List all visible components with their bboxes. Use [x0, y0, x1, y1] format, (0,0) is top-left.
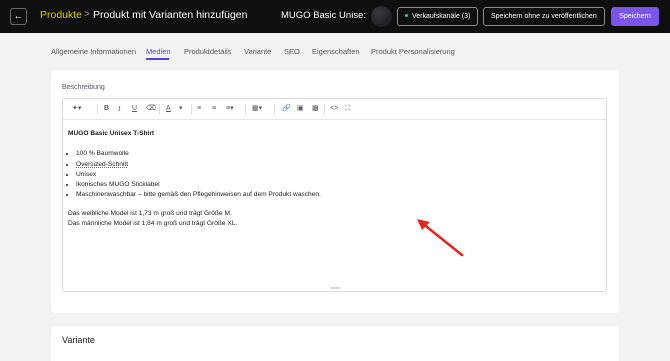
breadcrumb-separator: >	[84, 9, 90, 20]
editor-content[interactable]: MUGO Basic Unisex T-Shirt 100 % Baumwoll…	[68, 129, 598, 229]
toolbar-divider	[274, 104, 275, 115]
paragraph-male-model: Das männliche Model ist 1,84 m groß und …	[68, 220, 238, 228]
description-label: Beschreibung	[62, 84, 105, 91]
toolbar-divider	[159, 104, 160, 115]
variant-section-title: Variante	[62, 335, 95, 345]
description-title: MUGO Basic Unisex T-Shirt	[68, 130, 155, 137]
variant-card	[51, 326, 619, 361]
table-icon[interactable]: ▦▾	[252, 104, 262, 114]
list-item: Unisex	[76, 170, 598, 180]
fullscreen-icon[interactable]: ⛶	[345, 104, 350, 114]
code-icon[interactable]: <>	[330, 104, 338, 114]
eraser-icon[interactable]: ⌫	[146, 104, 156, 114]
magic-wand-icon[interactable]: ✦▾	[72, 104, 81, 114]
status-dot-icon	[405, 13, 408, 17]
back-button[interactable]: ←	[10, 8, 27, 25]
toolbar-divider	[324, 104, 325, 115]
bullet-list-icon[interactable]: ≡	[197, 104, 201, 114]
save-without-publish-button[interactable]: Speichern ohne zu veröffentlichen	[483, 7, 605, 26]
toolbar-divider	[245, 104, 246, 115]
product-thumbnail	[371, 6, 392, 27]
active-tab-indicator	[146, 58, 169, 60]
toolbar-divider	[97, 104, 98, 115]
video-icon[interactable]: ▩	[312, 104, 319, 114]
image-icon[interactable]: ▣	[297, 104, 304, 114]
tab-general[interactable]: Allgemeine Informationen	[51, 47, 136, 56]
tab-personalization[interactable]: Produkt Personalisierung	[371, 47, 455, 56]
arrow-left-icon: ←	[13, 11, 24, 22]
page-title: Produkt mit Varianten hinzufügen	[93, 9, 248, 21]
list-item: 100 % Baumwolle	[76, 149, 598, 159]
underline-icon[interactable]: U	[132, 104, 137, 114]
breadcrumb-products[interactable]: Produkte	[40, 9, 82, 21]
italic-icon[interactable]: I	[118, 104, 120, 114]
paragraph-female-model: Das weibliche Model ist 1,73 m groß und …	[68, 209, 232, 217]
numbered-list-icon[interactable]: ≡	[212, 104, 216, 114]
chevron-down-icon[interactable]: ▾	[179, 104, 183, 114]
tab-seo[interactable]: SEO	[284, 47, 300, 56]
link-icon[interactable]: 🔗	[282, 104, 291, 114]
save-button[interactable]: Speichern	[611, 7, 659, 26]
tab-product-details[interactable]: Produktdetails	[184, 47, 232, 56]
tab-variant[interactable]: Variante	[244, 47, 271, 56]
product-name-label: MUGO Basic Unise:	[281, 10, 366, 21]
annotation-arrow-icon	[417, 219, 464, 257]
tab-media[interactable]: Medien	[146, 47, 171, 56]
tab-properties[interactable]: Eigenschaften	[312, 47, 360, 56]
list-item: Ikonisches MUGO Sticklabel	[76, 180, 598, 190]
text-color-icon[interactable]: A	[166, 104, 171, 114]
list-item: Oversized-Schnitt	[76, 160, 598, 170]
sales-channels-button[interactable]: Verkaufskanäle (3)	[397, 7, 478, 26]
feature-list: 100 % Baumwolle Oversized-Schnitt Unisex…	[68, 149, 598, 200]
align-icon[interactable]: ≡▾	[226, 104, 234, 114]
toolbar-divider	[191, 104, 192, 115]
list-item: Maschinenwaschbar – bitte gemäß den Pfle…	[76, 190, 598, 200]
bold-icon[interactable]: B	[104, 104, 109, 114]
editor-resize-handle[interactable]	[330, 287, 340, 289]
